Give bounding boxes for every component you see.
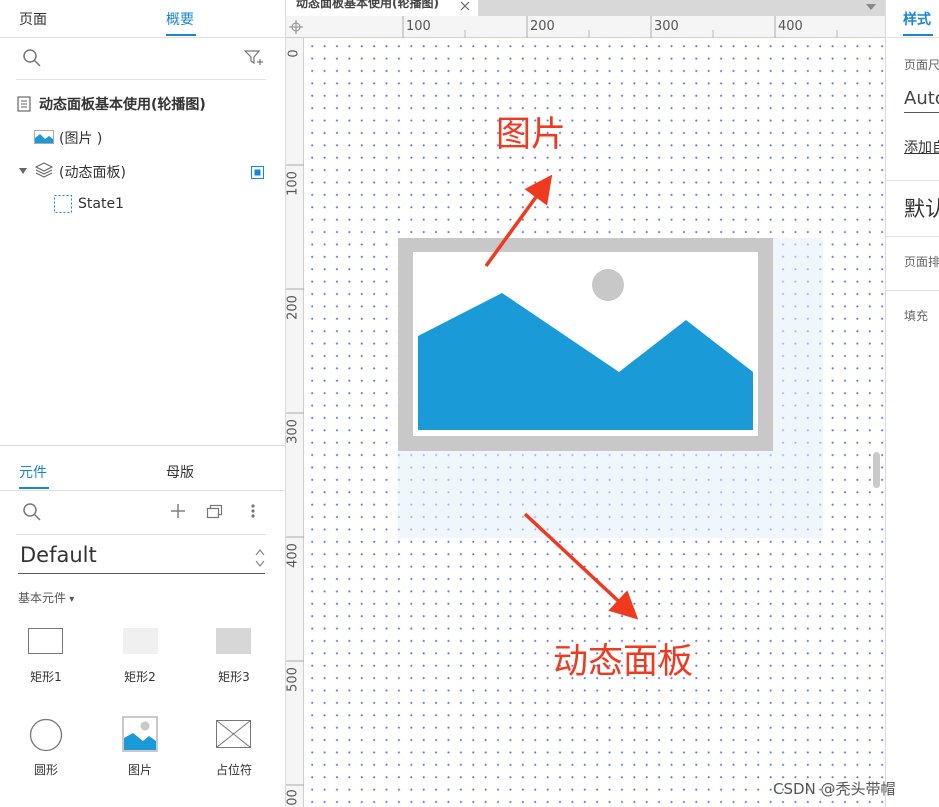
divider <box>0 37 286 38</box>
page-size-select[interactable]: Autc <box>904 88 939 109</box>
filter-icon[interactable] <box>244 49 264 67</box>
arrow-to-image <box>484 174 553 268</box>
tree-root-page[interactable]: 动态面板基本使用(轮播图) <box>39 94 206 114</box>
category-label[interactable]: 基本元件 ▾ <box>18 589 74 606</box>
circle-widget-icon[interactable] <box>29 718 63 752</box>
image-widget-icon[interactable] <box>122 716 158 752</box>
image-icon <box>34 130 54 144</box>
tree-item-dynamic-panel[interactable]: (动态面板) <box>59 162 126 182</box>
select-underline <box>18 573 265 574</box>
tab-widgets-underline <box>19 487 49 489</box>
more-options-icon[interactable] <box>249 503 257 519</box>
design-canvas[interactable]: 动态面板基本使用(轮播图) 100 200 300 400 0 100 200 … <box>286 0 885 807</box>
tab-style-underline <box>903 34 933 36</box>
widget-circle-label: 圆形 <box>33 763 58 777</box>
category-text: 基本元件 <box>18 591 67 605</box>
state-icon <box>54 195 72 213</box>
tree-item-state[interactable]: State1 <box>78 196 124 212</box>
divider <box>886 290 939 291</box>
layers-icon <box>35 162 53 178</box>
watermark: CSDN @秃头带帽 <box>773 780 896 798</box>
tab-masters[interactable]: 母版 <box>166 462 194 482</box>
page-arrange-label: 页面排 <box>904 255 939 269</box>
tab-outline-underline <box>166 34 196 36</box>
add-adaptive-link[interactable]: 添加自 <box>904 137 939 157</box>
vertical-scrollbar[interactable] <box>873 452 880 488</box>
tab-style[interactable]: 样式 <box>903 9 931 29</box>
tab-outline[interactable]: 概要 <box>166 9 194 29</box>
tree-item-image[interactable]: (图片 ) <box>59 128 102 148</box>
divider <box>886 37 939 38</box>
page-size-label: 页面尺 <box>904 58 939 72</box>
rectangle1-icon[interactable] <box>28 628 63 654</box>
page-icon <box>17 96 31 112</box>
tab-widgets[interactable]: 元件 <box>19 462 47 482</box>
divider <box>886 236 939 237</box>
default-style-label[interactable]: 默认 <box>904 193 939 223</box>
arrow-to-panel <box>523 512 639 620</box>
placeholder-widget-icon[interactable] <box>216 720 251 748</box>
section-divider <box>0 445 286 446</box>
rectangle3-icon[interactable] <box>216 628 251 654</box>
divider <box>16 534 266 535</box>
annotation-image-label: 图片 <box>496 115 567 155</box>
caret-icon: ▾ <box>66 594 75 605</box>
widget-rectangle3-label: 矩形3 <box>218 670 250 684</box>
widget-rectangle2-label: 矩形2 <box>124 670 156 684</box>
caret-down-icon[interactable] <box>18 167 28 175</box>
add-icon[interactable] <box>170 503 186 519</box>
annotation-panel-label: 动态面板 <box>553 642 694 682</box>
library-select[interactable]: Default <box>20 543 97 567</box>
panel-visibility-icon[interactable] <box>251 166 264 179</box>
widget-rectangle1-label: 矩形1 <box>30 670 62 684</box>
left-sidebar: 页面 概要 动态面板基本使用(轮播图) (图片 ) (动态面板) State1 <box>0 0 286 807</box>
divider <box>0 490 286 491</box>
divider <box>16 79 266 80</box>
widget-image-label: 图片 <box>127 763 152 777</box>
fill-label: 填充 <box>904 309 929 323</box>
widget-search-icon[interactable] <box>22 502 42 522</box>
annotation-arrows <box>484 174 639 620</box>
select-arrows-icon[interactable] <box>255 548 265 568</box>
tab-pages[interactable]: 页面 <box>19 9 47 29</box>
rectangle2-icon[interactable] <box>123 628 158 654</box>
select-underline <box>904 112 939 113</box>
search-icon[interactable] <box>22 48 42 68</box>
widget-placeholder-label: 占位符 <box>215 763 252 777</box>
style-panel: 样式 页面尺 Autc 添加自 默认 页面排 填充 <box>885 0 939 807</box>
divider <box>886 180 939 181</box>
library-icon[interactable] <box>206 503 224 519</box>
